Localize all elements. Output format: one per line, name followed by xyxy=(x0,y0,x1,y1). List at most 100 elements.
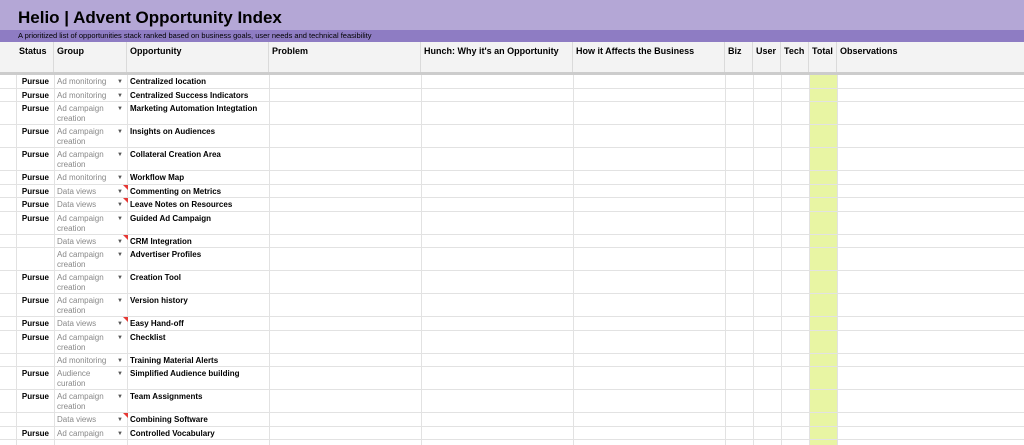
dropdown-arrow-icon[interactable]: ▼ xyxy=(117,174,123,182)
status-cell[interactable]: Pursue xyxy=(0,150,53,160)
header-affects-business[interactable]: How it Affects the Business xyxy=(573,42,725,72)
opportunity-cell[interactable]: Marketing Automation Integtation xyxy=(130,104,268,114)
opportunity-cell[interactable]: Easy Hand-off xyxy=(130,319,268,329)
group-cell[interactable]: Ad campaign creation xyxy=(57,104,119,124)
dropdown-arrow-icon[interactable]: ▼ xyxy=(117,393,123,401)
opportunity-cell[interactable]: Collateral Creation Area xyxy=(130,150,268,160)
status-cell[interactable]: Pursue xyxy=(0,369,53,379)
status-cell[interactable]: Pursue xyxy=(0,200,53,210)
table-row[interactable]: Pursue Ad campaign creation ▼ Marketing Aut… xyxy=(0,102,1024,125)
opportunity-cell[interactable]: Leave Notes on Resources xyxy=(130,200,268,210)
comment-marker-icon[interactable] xyxy=(123,198,128,203)
status-cell[interactable]: Pursue xyxy=(0,392,53,402)
table-row[interactable]: Pursue Ad monitoring ▼ Workflow Map xyxy=(0,171,1024,185)
table-row[interactable]: Pursue Ad campaign creation ▼ Collateral Cr… xyxy=(0,148,1024,171)
comment-marker-icon[interactable] xyxy=(123,413,128,418)
group-cell[interactable]: Ad campaign creation xyxy=(57,273,119,293)
group-cell[interactable]: Ad monitoring xyxy=(57,91,119,101)
table-row[interactable]: Pursue Data views ▼ Commenting on Metrics xyxy=(0,184,1024,198)
table-row[interactable]: Pursue Audience curation ▼ Simplified Audie… xyxy=(0,367,1024,390)
table-row[interactable]: Ad monitoring ▼ Training Material Alerts xyxy=(0,354,1024,367)
status-cell[interactable]: Pursue xyxy=(0,296,53,306)
header-tech[interactable]: Tech xyxy=(781,42,809,72)
opportunity-cell[interactable]: CRM Integration xyxy=(130,237,268,247)
table-row[interactable]: Data views ▼ CRM Integration xyxy=(0,234,1024,248)
opportunity-cell[interactable]: Guided Ad Campaign xyxy=(130,214,268,224)
header-hunch[interactable]: Hunch: Why it's an Opportunity xyxy=(421,42,573,72)
header-biz[interactable]: Biz xyxy=(725,42,753,72)
group-cell[interactable]: Audience curation xyxy=(57,369,119,389)
status-cell[interactable]: Pursue xyxy=(0,333,53,343)
opportunity-cell[interactable]: Insights on Audiences xyxy=(130,127,268,137)
group-cell[interactable]: Data views xyxy=(57,237,119,247)
opportunity-cell[interactable]: Creation Tool xyxy=(130,273,268,283)
dropdown-arrow-icon[interactable]: ▼ xyxy=(117,297,123,305)
group-cell[interactable]: Ad campaign creation xyxy=(57,250,119,270)
status-cell[interactable]: Pursue xyxy=(0,127,53,137)
header-group[interactable]: Group xyxy=(54,42,127,72)
opportunity-cell[interactable]: Controlled Vocabulary xyxy=(130,429,268,439)
table-row[interactable]: Pursue Ad campaign creation ▼ Guided Ad Cam… xyxy=(0,212,1024,235)
group-cell[interactable]: Ad campaign creation xyxy=(57,296,119,316)
group-cell[interactable]: Ad campaign creation xyxy=(57,333,119,353)
status-cell[interactable]: Pursue xyxy=(0,77,53,87)
status-cell[interactable]: Pursue xyxy=(0,429,53,439)
dropdown-arrow-icon[interactable]: ▼ xyxy=(117,92,123,100)
dropdown-arrow-icon[interactable]: ▼ xyxy=(117,357,123,365)
table-row[interactable]: Pursue Data views ▼ Leave Notes on Resource… xyxy=(0,198,1024,212)
dropdown-arrow-icon[interactable]: ▼ xyxy=(117,151,123,159)
status-cell[interactable]: Pursue xyxy=(0,187,53,197)
dropdown-arrow-icon[interactable]: ▼ xyxy=(117,128,123,136)
dropdown-arrow-icon[interactable]: ▼ xyxy=(117,430,123,438)
dropdown-arrow-icon[interactable]: ▼ xyxy=(117,370,123,378)
table-row[interactable]: Data views ▼ Combining Software xyxy=(0,413,1024,427)
header-status[interactable]: Status xyxy=(16,42,54,72)
opportunity-cell[interactable]: Version history xyxy=(130,296,268,306)
status-cell[interactable]: Pursue xyxy=(0,319,53,329)
table-row[interactable]: Pursue Ad campaign creation ▼ Creation Tool xyxy=(0,271,1024,294)
status-cell[interactable]: Pursue xyxy=(0,104,53,114)
group-cell[interactable]: Data views xyxy=(57,319,119,329)
table-row[interactable]: Pursue Ad campaign ▼ Controlled Vocabulary xyxy=(0,427,1024,440)
table-row[interactable]: Pursue Data views ▼ Easy Hand-off xyxy=(0,317,1024,331)
status-cell[interactable]: Pursue xyxy=(0,273,53,283)
opportunity-cell[interactable]: Advertiser Profiles xyxy=(130,250,268,260)
opportunity-cell[interactable]: Combining Software xyxy=(130,415,268,425)
group-cell[interactable]: Ad campaign creation xyxy=(57,150,119,170)
comment-marker-icon[interactable] xyxy=(123,317,128,322)
table-row[interactable]: Pursue Ad monitoring ▼ Centralized location xyxy=(0,75,1024,89)
header-observations[interactable]: Observations xyxy=(837,42,1024,72)
table-row[interactable]: Pursue Ad campaign creation ▼ Insights on A… xyxy=(0,125,1024,148)
group-cell[interactable]: Ad campaign creation xyxy=(57,127,119,147)
status-cell[interactable]: Pursue xyxy=(0,214,53,224)
group-cell[interactable]: Ad campaign creation xyxy=(57,214,119,234)
dropdown-arrow-icon[interactable]: ▼ xyxy=(117,78,123,86)
dropdown-arrow-icon[interactable]: ▼ xyxy=(117,274,123,282)
group-cell[interactable]: Ad monitoring xyxy=(57,356,119,366)
group-cell[interactable]: Ad monitoring xyxy=(57,173,119,183)
table-row[interactable]: Ad campaign creation ▼ Advertiser Profiles xyxy=(0,248,1024,271)
group-cell[interactable]: Ad campaign xyxy=(57,429,119,439)
header-user[interactable]: User xyxy=(753,42,781,72)
group-cell[interactable]: Ad campaign creation xyxy=(57,392,119,412)
opportunity-cell[interactable]: Commenting on Metrics xyxy=(130,187,268,197)
opportunity-cell[interactable]: Centralized Success Indicators xyxy=(130,91,268,101)
dropdown-arrow-icon[interactable]: ▼ xyxy=(117,251,123,259)
comment-marker-icon[interactable] xyxy=(123,184,128,190)
table-row[interactable]: Pursue Ad monitoring ▼ Centralized Success … xyxy=(0,89,1024,102)
table-row[interactable]: Pursue Ad campaign creation ▼ Team Assignme… xyxy=(0,390,1024,413)
comment-marker-icon[interactable] xyxy=(123,234,128,240)
dropdown-arrow-icon[interactable]: ▼ xyxy=(117,334,123,342)
group-cell[interactable]: Data views xyxy=(57,200,119,210)
opportunity-cell[interactable]: Checklist xyxy=(130,333,268,343)
opportunity-cell[interactable]: Workflow Map xyxy=(130,173,268,183)
status-cell[interactable]: Pursue xyxy=(0,173,53,183)
header-opportunity[interactable]: Opportunity xyxy=(127,42,269,72)
status-cell[interactable]: Pursue xyxy=(0,91,53,101)
header-problem[interactable]: Problem xyxy=(269,42,421,72)
group-cell[interactable]: Ad monitoring xyxy=(57,77,119,87)
table-row[interactable]: Pursue Ad campaign creation ▼ Checklist xyxy=(0,331,1024,354)
opportunity-cell[interactable]: Training Material Alerts xyxy=(130,356,268,366)
dropdown-arrow-icon[interactable]: ▼ xyxy=(117,215,123,223)
opportunity-cell[interactable]: Simplified Audience building xyxy=(130,369,268,379)
